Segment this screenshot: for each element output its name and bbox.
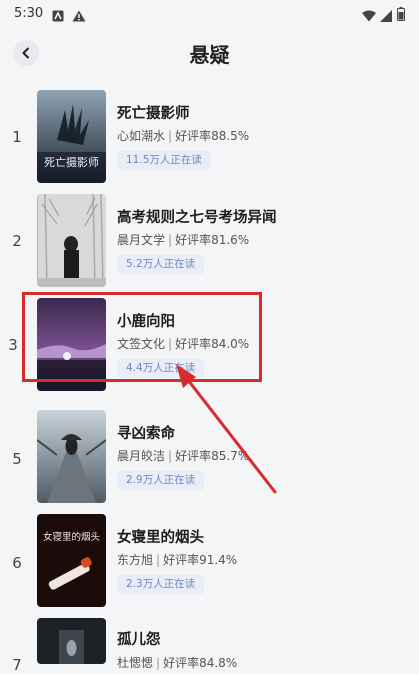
book-meta: 东方旭 | 好评率91.4% (117, 551, 237, 568)
rank-number: 6 (12, 554, 22, 572)
battery-icon (397, 6, 405, 25)
rating: 好评率81.6% (175, 233, 250, 247)
reading-count-badge: 2.9万人正在读 (117, 471, 205, 490)
reading-count-badge: 2.3万人正在读 (117, 575, 205, 594)
author: 杜愢愢 (117, 656, 154, 670)
wifi-icon (362, 7, 376, 26)
book-item[interactable]: 2 高考规则之七号考场异闻 晨月文学 | 好评率81.6% 5.2万人正在读 (0, 186, 419, 290)
book-cover[interactable] (37, 618, 106, 664)
book-item[interactable]: 1 死亡摄影师 死亡摄影师 心如潮水 | 好评率88.5% 11.5万人正在读 (0, 82, 419, 186)
book-cover[interactable]: 女寝里的烟头 (37, 514, 106, 607)
book-title: 孤儿怨 (117, 632, 161, 648)
book-meta: 杜愢愢 | 好评率84.8% (117, 654, 237, 671)
rating: 好评率85.7% (175, 449, 250, 463)
reading-count-badge: 5.2万人正在读 (117, 255, 205, 274)
separator: | (168, 233, 173, 247)
cover-title: 女寝里的烟头 (43, 531, 100, 543)
separator: | (168, 129, 173, 143)
author: 晨月文学 (117, 233, 166, 247)
author: 晨月皎洁 (117, 449, 166, 463)
separator: | (168, 449, 173, 463)
book-item[interactable]: 6 女寝里的烟头 女寝里的烟头 东方旭 | 好评率91.4% 2.3万人正在读 (0, 506, 419, 610)
cover-title: 死亡摄影师 (44, 155, 99, 169)
book-meta: 晨月文学 | 好评率81.6% (117, 231, 249, 248)
warning-icon (72, 7, 86, 26)
status-time: 5:30 (14, 6, 44, 21)
book-meta: 心如潮水 | 好评率88.5% (117, 127, 249, 144)
author: 心如潮水 (117, 129, 166, 143)
notification-icon (52, 7, 64, 26)
separator: | (156, 553, 161, 567)
book-cover[interactable]: 死亡摄影师 (37, 90, 106, 183)
book-item[interactable]: 5 寻凶索命 晨月皎洁 | 好评率85.7% 2.9万人正在读 (0, 402, 419, 506)
rank-number: 3 (8, 336, 18, 354)
book-title: 寻凶索命 (117, 426, 175, 442)
status-bar: 5:30 (0, 0, 419, 26)
author: 东方旭 (117, 553, 154, 567)
book-title: 女寝里的烟头 (117, 530, 204, 546)
book-cover[interactable] (37, 194, 106, 287)
book-meta: 晨月皎洁 | 好评率85.7% (117, 447, 249, 464)
rank-number: 7 (12, 656, 22, 674)
book-item[interactable]: 7 孤儿怨 杜愢愢 | 好评率84.8% (0, 610, 419, 674)
book-title: 高考规则之七号考场异闻 (117, 210, 277, 226)
rank-number: 1 (12, 128, 22, 146)
rank-number: 2 (12, 232, 22, 250)
highlight-box (22, 292, 262, 382)
rating: 好评率91.4% (163, 553, 238, 567)
rating: 好评率84.8% (163, 656, 238, 670)
header: 悬疑 (0, 26, 419, 80)
book-title: 死亡摄影师 (117, 106, 190, 122)
rating: 好评率88.5% (175, 129, 250, 143)
signal-icon (380, 7, 392, 26)
book-cover[interactable] (37, 410, 106, 503)
reading-count-badge: 11.5万人正在读 (117, 151, 211, 170)
separator: | (156, 656, 161, 670)
rank-number: 5 (12, 450, 22, 468)
page-title: 悬疑 (189, 43, 230, 67)
